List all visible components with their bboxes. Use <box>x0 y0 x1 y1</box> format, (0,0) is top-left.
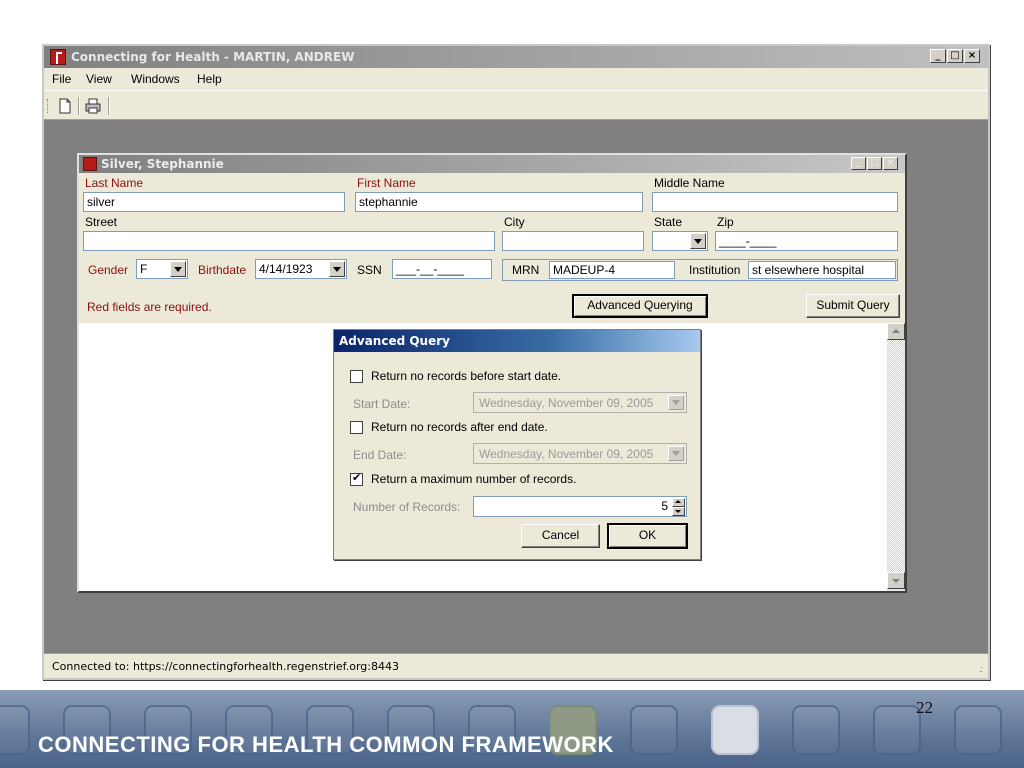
app-title: Connecting for Health - MARTIN, ANDREW <box>71 50 355 64</box>
menu-file[interactable]: File <box>52 72 71 86</box>
start-date-checkbox[interactable] <box>350 370 363 383</box>
app-logo-icon <box>50 49 66 65</box>
print-icon[interactable] <box>84 97 102 115</box>
middle-name-label: Middle Name <box>654 176 725 190</box>
first-name-label: First Name <box>357 176 416 190</box>
ssn-label: SSN <box>357 263 382 277</box>
patient-window-title: Silver, Stephannie <box>101 157 224 171</box>
ok-button[interactable]: OK <box>607 523 688 549</box>
gender-dropdown-arrow-icon[interactable] <box>170 261 186 277</box>
mrn-institution-group: MRN MADEUP-4 Institution st elsewhere ho… <box>502 259 898 281</box>
end-date-picker[interactable]: Wednesday, November 09, 2005 <box>473 443 687 464</box>
decorative-tile <box>873 705 921 755</box>
end-date-checkbox[interactable] <box>350 421 363 434</box>
gender-label: Gender <box>88 263 129 277</box>
first-name-field[interactable]: stephannie <box>355 192 643 212</box>
resize-grip-icon[interactable]: .: <box>979 664 983 674</box>
number-of-records-label: Number of Records: <box>353 500 461 514</box>
advanced-querying-button[interactable]: Advanced Querying <box>572 294 708 318</box>
toolbar-separator <box>78 97 80 115</box>
end-date-label: End Date: <box>353 448 407 462</box>
birthdate-picker[interactable]: 4/14/1923 <box>255 259 347 279</box>
app-titlebar[interactable]: Connecting for Health - MARTIN, ANDREW _… <box>44 46 988 68</box>
submit-query-button[interactable]: Submit Query <box>806 294 900 318</box>
city-field[interactable] <box>502 231 644 251</box>
results-scrollbar[interactable] <box>887 323 905 591</box>
advanced-query-dialog: Advanced Query Return no records before … <box>333 329 701 560</box>
footer-title: CONNECTING FOR HEALTH COMMON FRAMEWORK <box>38 732 614 757</box>
statusbar: Connected to: https://connectingforhealt… <box>44 653 988 678</box>
ssn-field[interactable]: ___-__-____ <box>392 259 492 279</box>
gender-select[interactable]: F <box>136 259 188 279</box>
mrn-label: MRN <box>512 263 540 277</box>
start-date-picker[interactable]: Wednesday, November 09, 2005 <box>473 392 687 413</box>
maximize-button[interactable]: □ <box>947 49 963 63</box>
gender-value: F <box>140 262 148 276</box>
child-maximize-button[interactable]: □ <box>867 157 882 170</box>
child-minimize-button[interactable]: _ <box>851 157 866 170</box>
patient-form: Last Name First Name Middle Name silver … <box>79 173 905 323</box>
last-name-field[interactable]: silver <box>83 192 345 212</box>
cancel-button[interactable]: Cancel <box>521 524 600 548</box>
menubar: File View Windows Help <box>44 68 988 90</box>
required-note: Red fields are required. <box>87 300 212 314</box>
toolbar-separator <box>108 97 110 115</box>
decorative-tile <box>0 705 30 755</box>
middle-name-field[interactable] <box>652 192 898 212</box>
birthdate-value: 4/14/1923 <box>259 262 313 276</box>
minimize-button[interactable]: _ <box>930 49 946 63</box>
state-select[interactable] <box>652 231 708 251</box>
page-number: 22 <box>916 698 933 717</box>
spin-down-arrow-icon[interactable] <box>672 507 685 516</box>
state-dropdown-arrow-icon[interactable] <box>690 233 706 249</box>
menu-windows[interactable]: Windows <box>131 72 180 86</box>
end-date-value: Wednesday, November 09, 2005 <box>479 447 654 461</box>
street-field[interactable] <box>83 231 495 251</box>
decorative-tile <box>792 705 840 755</box>
scroll-up-arrow-icon[interactable] <box>887 323 905 340</box>
max-records-checkbox[interactable] <box>350 471 363 486</box>
connection-status: Connected to: https://connectingforhealt… <box>52 660 399 673</box>
end-date-dropdown-arrow-icon[interactable] <box>668 446 684 461</box>
start-date-dropdown-arrow-icon[interactable] <box>668 395 684 410</box>
slide-footer: CONNECTING FOR HEALTH COMMON FRAMEWORK 2… <box>0 690 1024 768</box>
advanced-query-title[interactable]: Advanced Query <box>334 330 700 352</box>
decorative-tile <box>630 705 678 755</box>
menu-view[interactable]: View <box>86 72 112 86</box>
decorative-tile <box>711 705 759 755</box>
child-close-button[interactable]: × <box>883 157 898 170</box>
toolbar-grip[interactable] <box>47 99 50 113</box>
birthdate-dropdown-arrow-icon[interactable] <box>329 261 345 277</box>
zip-field[interactable]: ____-____ <box>715 231 898 251</box>
last-name-label: Last Name <box>85 176 144 190</box>
institution-label: Institution <box>689 263 741 277</box>
decorative-tile <box>954 705 1002 755</box>
birthdate-label: Birthdate <box>198 263 247 277</box>
toolbar <box>44 90 988 120</box>
app-logo-icon <box>83 157 97 171</box>
new-document-icon[interactable] <box>56 97 74 115</box>
patient-window-titlebar[interactable]: Silver, Stephannie _ □ × <box>79 155 905 173</box>
institution-field[interactable]: st elsewhere hospital <box>748 261 896 279</box>
zip-label: Zip <box>717 215 734 229</box>
number-of-records-value: 5 <box>661 499 668 513</box>
number-of-records-spinner[interactable]: 5 <box>473 496 687 517</box>
city-label: City <box>504 215 525 229</box>
spin-up-arrow-icon[interactable] <box>672 498 685 507</box>
start-date-check-label: Return no records before start date. <box>371 369 562 383</box>
mrn-field[interactable]: MADEUP-4 <box>549 261 675 279</box>
start-date-value: Wednesday, November 09, 2005 <box>479 396 654 410</box>
street-label: Street <box>85 215 118 229</box>
state-label: State <box>654 215 683 229</box>
start-date-label: Start Date: <box>353 397 411 411</box>
max-records-check-label: Return a maximum number of records. <box>371 472 577 486</box>
close-button[interactable]: × <box>964 49 980 63</box>
scroll-down-arrow-icon[interactable] <box>887 572 905 589</box>
end-date-check-label: Return no records after end date. <box>371 420 548 434</box>
menu-help[interactable]: Help <box>197 72 222 86</box>
